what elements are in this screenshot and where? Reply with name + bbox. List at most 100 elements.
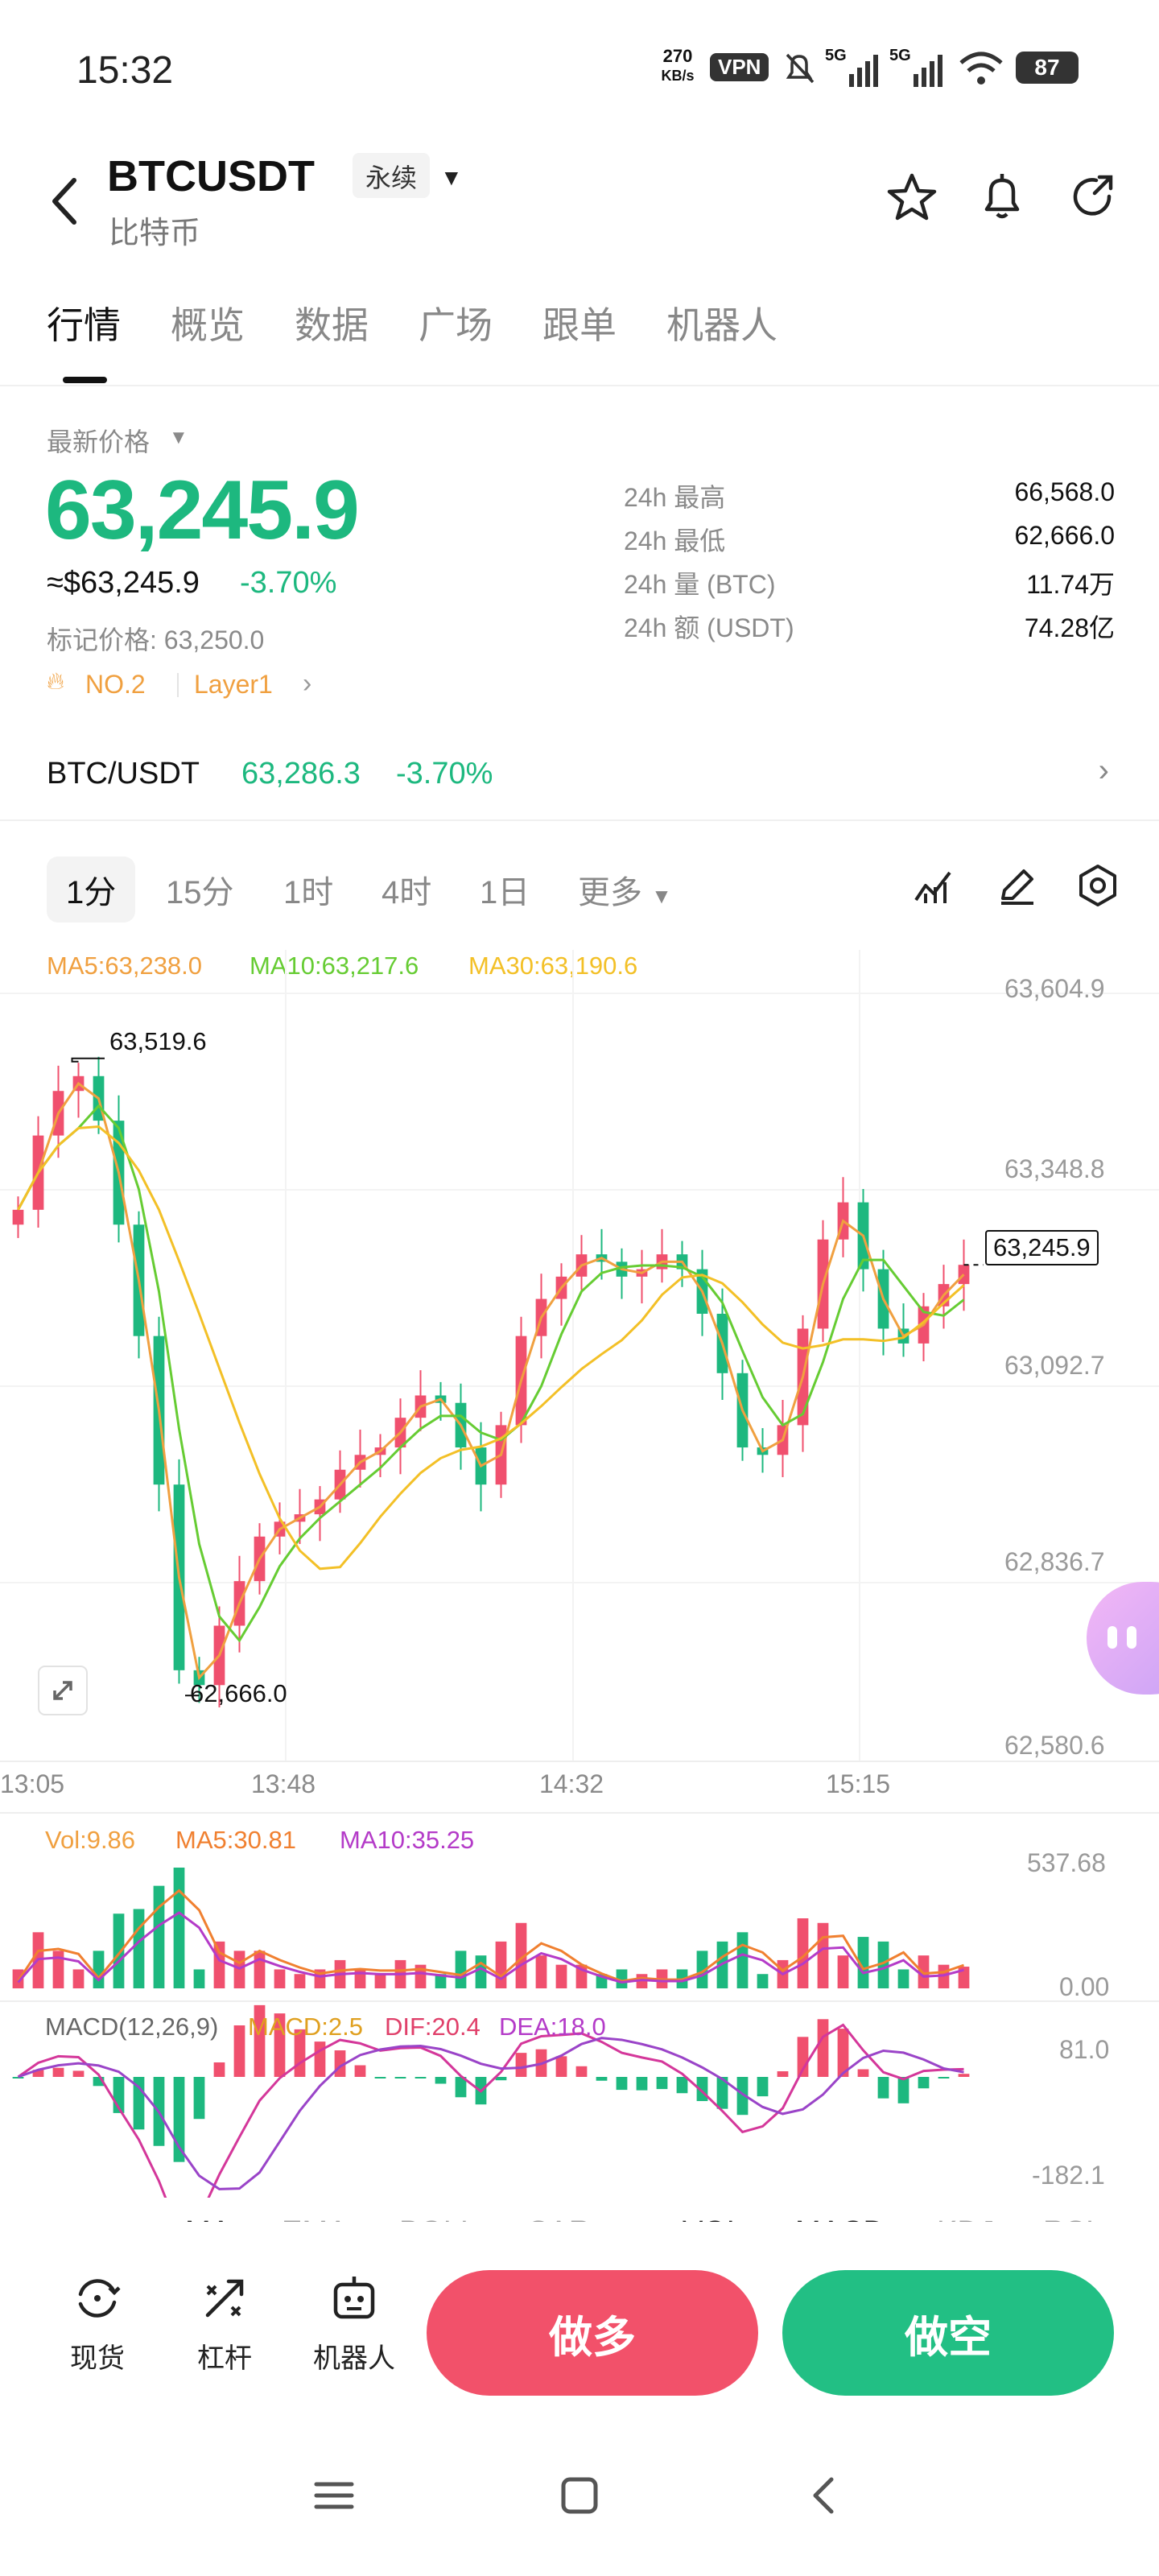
vol-legend: Vol:9.86 (45, 1826, 136, 1854)
star-icon[interactable] (884, 169, 940, 225)
stat-label-turnover: 24h 额 (USDT) (624, 613, 794, 642)
interval-1d[interactable]: 1日 (460, 857, 549, 923)
home-icon[interactable] (555, 2471, 604, 2520)
leverage-button[interactable]: 杠杆 (180, 2270, 269, 2376)
volume-bar (72, 1969, 85, 1988)
back-icon[interactable] (801, 2471, 849, 2520)
macd-bar (676, 2077, 688, 2094)
interval-1h[interactable]: 1时 (264, 857, 353, 923)
volume-bar (495, 1941, 507, 1988)
candle-body (12, 1209, 24, 1225)
spot-pair-row[interactable]: BTC/USDT 63,286.3 -3.70% › (0, 741, 1159, 821)
macd-bar (374, 2077, 386, 2079)
fire-icon: 🔥︎ (47, 668, 65, 695)
volume-bar (555, 1964, 567, 1988)
volume-bar (133, 1909, 145, 1988)
interval-15m[interactable]: 15分 (146, 857, 254, 923)
macd-bar (515, 2053, 527, 2077)
vol-tick-label: 537.68 (1027, 1848, 1106, 1877)
macd-bar (435, 2077, 447, 2084)
usd-price: ≈$63,245.9 (47, 566, 200, 600)
short-button[interactable]: 做空 (782, 2270, 1114, 2396)
volume-bar (817, 1922, 829, 1988)
macd-bar (193, 2077, 205, 2120)
volume-bar (193, 1969, 205, 1988)
macd-title: MACD(12,26,9) (45, 2013, 219, 2041)
bell-icon[interactable] (974, 169, 1030, 225)
stat-label-low: 24h 最低 (624, 526, 726, 555)
y-tick-label: 62,580.6 (1004, 1731, 1105, 1760)
macd-tick-label: 81.0 (1059, 2035, 1110, 2064)
high-marker-line (71, 1057, 105, 1063)
rank-number: NO.2 (85, 670, 146, 699)
macd-bar (656, 2077, 668, 2090)
interval-selector: 1分 15分 1时 4时 1日 更多 ▼ (0, 837, 1159, 934)
stat-label-volume: 24h 量 (BTC) (624, 570, 776, 599)
spot-button[interactable]: 现货 (53, 2270, 142, 2376)
volume-bar (455, 1951, 467, 1988)
interval-4h[interactable]: 4时 (362, 857, 451, 923)
signal-icon: 5G (825, 47, 881, 87)
macd-bar (918, 2077, 930, 2089)
active-tab-indicator (63, 377, 107, 383)
status-time: 15:32 (76, 49, 174, 92)
long-button[interactable]: 做多 (427, 2270, 758, 2396)
tab-data[interactable]: 数据 (295, 296, 369, 349)
macd-bar (555, 2056, 567, 2077)
macd-bar (415, 2077, 427, 2079)
menu-icon[interactable] (310, 2471, 358, 2520)
time-tick-label: 15:15 (826, 1769, 891, 1798)
y-tick-label: 63,604.9 (1004, 974, 1105, 1003)
macd-bar (354, 2065, 366, 2077)
volume-bar (274, 1969, 286, 1988)
stat-value-low: 62,666.0 (1014, 521, 1115, 550)
tab-market[interactable]: 行情 (47, 296, 121, 349)
y-tick-label: 63,092.7 (1004, 1351, 1105, 1380)
share-icon[interactable] (1064, 169, 1120, 225)
candlestick-chart[interactable] (0, 934, 1159, 2198)
symbol-title[interactable]: BTCUSDT (107, 151, 315, 201)
robot-button[interactable]: 机器人 (306, 2270, 402, 2376)
volume-bar (736, 1932, 749, 1988)
contract-type-badge[interactable]: 永续 (353, 153, 431, 198)
indicator-icon[interactable] (909, 861, 958, 910)
volume-bar (213, 1941, 225, 1988)
volume-bar (757, 1974, 769, 1988)
tab-bots[interactable]: 机器人 (666, 296, 777, 349)
macd-bar (52, 2067, 64, 2077)
wifi-icon (959, 52, 1003, 85)
macd-bar (213, 2062, 225, 2077)
macd-value: MACD:2.5 (248, 2013, 363, 2041)
chevron-right-icon: › (1098, 753, 1109, 788)
rank-row[interactable]: 🔥︎ NO.2 Layer1 › (47, 668, 353, 700)
macd-bar (314, 2041, 326, 2077)
settings-icon[interactable] (1074, 861, 1122, 910)
draw-pen-icon[interactable] (993, 861, 1041, 910)
volume-bar (113, 1913, 125, 1988)
dea-value: DEA:18.0 (499, 2013, 606, 2041)
macd-bar (596, 2077, 608, 2081)
main-tabs: 行情 概览 数据 广场 跟单 机器人 (0, 290, 1159, 386)
macd-bar (877, 2077, 889, 2099)
contract-dropdown-icon[interactable]: ▼ (440, 165, 463, 191)
chart-area[interactable]: MA5:63,238.0 MA10:63,217.6 MA30:63,190.6… (0, 934, 1159, 2198)
symbol-subtitle: 比特币 (109, 217, 201, 250)
pair-name: BTC/USDT (47, 757, 200, 791)
time-tick-label: 13:48 (251, 1769, 316, 1798)
price-type-dropdown-icon[interactable]: ▼ (169, 427, 188, 449)
macd-bar (757, 2077, 769, 2097)
interval-1m[interactable]: 1分 (47, 857, 136, 923)
vpn-badge: VPN (710, 53, 769, 81)
macd-bar (958, 2074, 970, 2077)
tab-overview[interactable]: 概览 (171, 296, 245, 349)
current-price-tag: 63,245.9 (985, 1230, 1099, 1265)
y-tick-label: 63,348.8 (1004, 1154, 1105, 1183)
interval-more[interactable]: 更多 ▼ (559, 857, 691, 923)
fullscreen-icon[interactable] (37, 1665, 89, 1716)
tab-square[interactable]: 广场 (419, 296, 493, 349)
latest-price-label[interactable]: 最新价格 (47, 422, 150, 459)
tab-copy-trading[interactable]: 跟单 (542, 296, 617, 349)
macd-bar (394, 2077, 406, 2079)
back-arrow-icon[interactable] (40, 169, 89, 233)
macd-bar (857, 2069, 869, 2077)
